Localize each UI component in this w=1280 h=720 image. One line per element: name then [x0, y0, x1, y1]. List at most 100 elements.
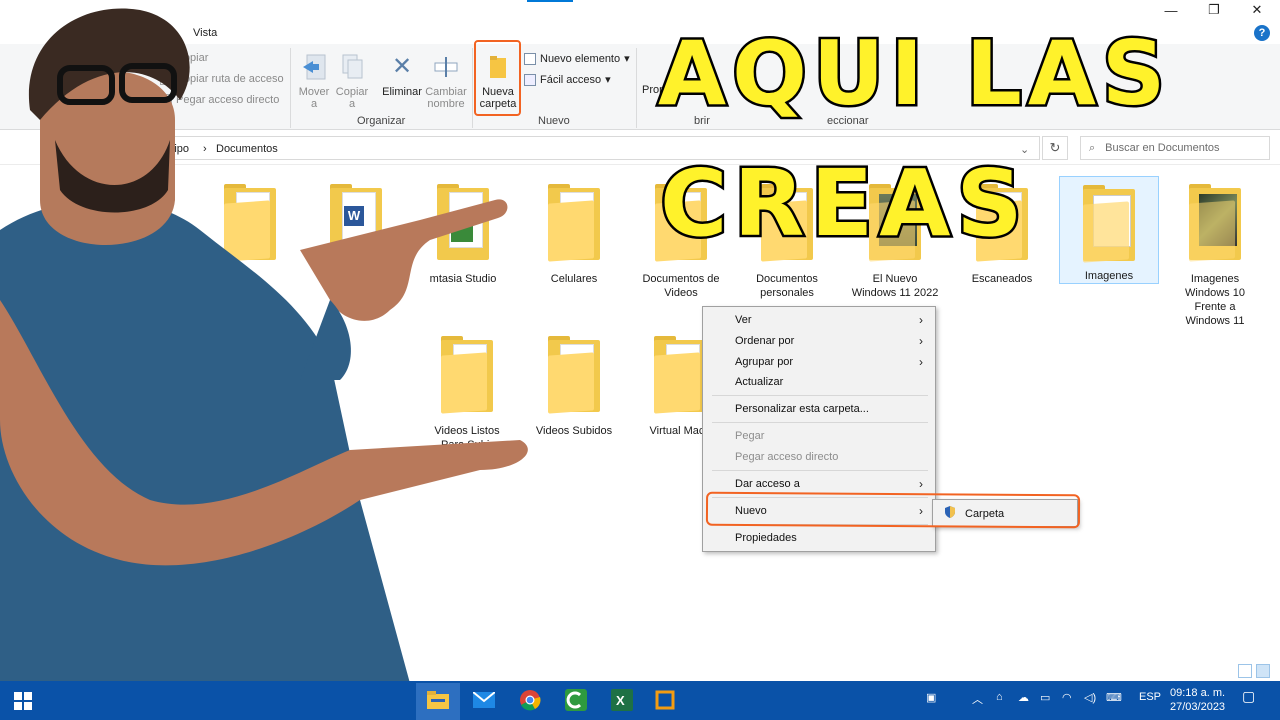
new-item-icon	[524, 52, 536, 65]
folder-label: Videos Subidos	[535, 425, 613, 437]
tray-network-icon[interactable]: ⌂	[996, 691, 1003, 703]
easy-access-label: Fácil acceso	[540, 73, 602, 86]
help-icon[interactable]: ?	[1254, 25, 1270, 41]
folder-icon	[654, 336, 706, 414]
nav-pane-fragment: R	[44, 640, 52, 652]
folder-camtasia-icon	[437, 184, 489, 262]
menu-separator	[712, 470, 928, 471]
menu-item-properties[interactable]: Propiedades	[735, 532, 797, 544]
folder-label: Documentos personales	[756, 273, 818, 299]
copy-item[interactable]: Copiar	[160, 52, 208, 64]
copy-path-item[interactable]: Copiar ruta de acceso	[160, 73, 284, 85]
easy-access-dropdown-icon: ▾	[605, 74, 611, 86]
details-view-icon[interactable]	[1238, 664, 1252, 678]
folder-item[interactable]: mtasia Studio	[413, 176, 513, 286]
folder-item-selected[interactable]: Imagenes	[1059, 176, 1159, 284]
folder-item[interactable]: Videos Listos Para Subir	[417, 328, 517, 452]
menu-item-view[interactable]: Ver	[735, 314, 752, 326]
maximize-button[interactable]: ❐	[1193, 0, 1235, 20]
battery-icon[interactable]: ▭	[1040, 691, 1050, 704]
nuevo-carpeta-highlight	[705, 491, 1081, 529]
close-button[interactable]: ✕	[1236, 0, 1278, 20]
excel-icon[interactable]: X	[609, 687, 635, 713]
copy-to-button[interactable]: Copiar a	[334, 52, 370, 110]
refresh-icon[interactable]: ↻	[1042, 136, 1068, 160]
folder-icon	[224, 184, 276, 262]
breadcrumb-equipo[interactable]: equipo	[156, 143, 189, 155]
copy-to-sub: a	[348, 98, 356, 110]
svg-text:X: X	[616, 693, 625, 708]
search-placeholder: Buscar en Documentos	[1105, 142, 1220, 154]
delete-button[interactable]: ✕ Eliminar	[380, 52, 424, 99]
folder-label: Imagenes Windows 10 Frente a Windows 11	[1185, 273, 1245, 327]
clock-date: 27/03/2023	[1170, 701, 1226, 713]
breadcrumb-documentos[interactable]: Documentos	[216, 143, 278, 155]
camtasia-icon[interactable]	[563, 687, 589, 713]
keyboard-icon[interactable]: ⌨	[1106, 691, 1122, 704]
tray-chevron-up-icon[interactable]: ︿	[972, 691, 983, 707]
large-icons-view-icon[interactable]	[1256, 664, 1270, 678]
chevron-right-icon: ›	[919, 313, 923, 327]
windows-start-icon[interactable]	[10, 688, 36, 714]
copy-label: Copiar	[176, 52, 209, 64]
ribbon-separator	[290, 48, 291, 128]
folder-label: Celulares	[550, 273, 598, 285]
wifi-icon[interactable]: ◠	[1062, 691, 1072, 704]
folder-icon	[548, 184, 600, 262]
folder-item[interactable]	[200, 176, 300, 272]
rename-button[interactable]: Cambiar nombre	[424, 52, 468, 110]
menu-item-paste[interactable]: Pegar	[735, 430, 764, 442]
new-item-button[interactable]: Nuevo elemento ▾	[524, 52, 630, 65]
notifications-icon[interactable]: ▢	[1242, 688, 1255, 705]
menu-item-refresh[interactable]: Actualizar	[735, 376, 783, 388]
ribbon-separator	[472, 48, 473, 128]
folder-item[interactable]: W Arc	[306, 176, 406, 286]
new-group-label: Nuevo	[538, 115, 570, 127]
volume-icon[interactable]: ◁)	[1084, 691, 1096, 704]
tab-vista[interactable]: Vista	[193, 27, 217, 39]
delete-icon: ✕	[391, 53, 413, 80]
ribbon-separator	[636, 48, 637, 128]
status-item-count: 17 ele	[13, 665, 43, 677]
folder-item[interactable]: Celulares	[524, 176, 624, 286]
paste-shortcut-label: Pegar acceso directo	[176, 94, 280, 106]
menu-item-sort-by[interactable]: Ordenar por	[735, 335, 794, 347]
clock-time: 09:18 a. m.	[1170, 687, 1226, 699]
folder-label: Imagenes	[1084, 270, 1134, 282]
move-to-button[interactable]: Mover a	[296, 52, 332, 110]
menu-item-customize[interactable]: Personalizar esta carpeta...	[735, 403, 869, 415]
folder-icon	[441, 336, 493, 414]
title-bar: — ❐ ✕	[0, 0, 1280, 22]
move-to-icon	[300, 52, 328, 82]
view-toggle	[1238, 664, 1270, 678]
tray-app-icon[interactable]: ▣	[926, 691, 936, 704]
camtasia-recorder-icon[interactable]	[652, 687, 678, 713]
chrome-icon[interactable]	[517, 687, 543, 713]
menu-item-give-access[interactable]: Dar acceso a	[735, 478, 800, 490]
paste-shortcut-item[interactable]: Pegar acceso directo	[160, 94, 279, 106]
minimize-button[interactable]: —	[1150, 0, 1192, 20]
folder-item[interactable]: Imagenes Windows 10 Frente a Windows 11	[1165, 176, 1265, 328]
language-indicator[interactable]: ESP	[1139, 691, 1161, 703]
menu-item-group-by[interactable]: Agrupar por	[735, 356, 793, 368]
easy-access-button[interactable]: Fácil acceso ▾	[524, 73, 611, 86]
menu-item-paste-shortcut[interactable]: Pegar acceso directo	[735, 451, 838, 463]
tray-cloud-icon[interactable]: ☁	[1018, 691, 1029, 704]
paste-shortcut-icon	[160, 94, 172, 106]
breadcrumb-separator: ›	[203, 143, 207, 155]
new-item-label: Nuevo elemento	[540, 52, 621, 65]
move-to-label: Mover	[298, 86, 330, 98]
clock[interactable]: 09:18 a. m. 27/03/2023	[1170, 686, 1225, 714]
chevron-right-icon: ›	[919, 334, 923, 348]
mail-icon[interactable]	[471, 687, 497, 713]
folder-word-icon: W	[330, 184, 382, 262]
move-to-sub: a	[310, 98, 318, 110]
folder-item[interactable]: Videos Subidos	[524, 328, 624, 438]
new-item-dropdown-icon: ▾	[624, 53, 630, 65]
search-input[interactable]: ⌕ Buscar en Documentos	[1080, 136, 1270, 160]
folder-label: mtasia Studio	[429, 273, 497, 285]
folder-label: Videos Listos Para Subir	[434, 425, 500, 451]
file-explorer-icon[interactable]	[425, 687, 451, 713]
copy-path-icon	[160, 73, 172, 85]
rename-label-1: Cambiar	[425, 86, 467, 98]
